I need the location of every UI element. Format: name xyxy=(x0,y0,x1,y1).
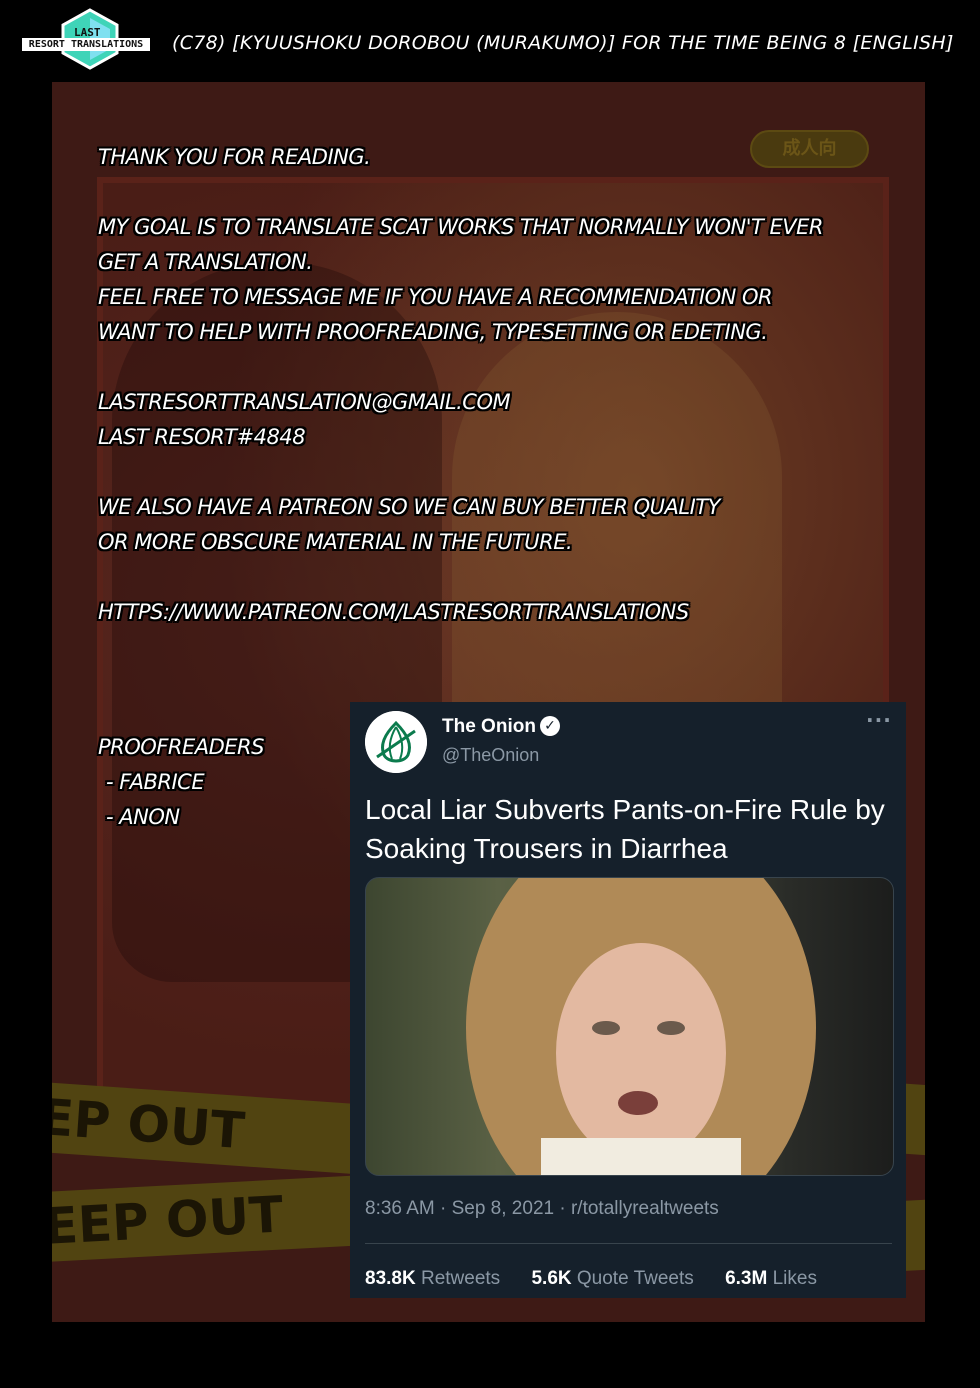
credit-name: - Fabrice xyxy=(106,770,205,794)
woman-photo-image xyxy=(466,878,816,1175)
patreon-link[interactable]: https://www.patreon.com/lastresorttransl… xyxy=(98,595,898,630)
message-line: or more obscure material in the future. xyxy=(98,530,573,554)
more-options-icon[interactable]: ··· xyxy=(866,708,892,732)
discord-tag: Last Resort#4848 xyxy=(98,425,306,449)
avatar[interactable] xyxy=(365,711,427,773)
credit-name: - Anon xyxy=(106,805,180,829)
message-line: Feel free to message me if you have a re… xyxy=(98,285,773,309)
tweet-timestamp[interactable]: 8:36 AM · Sep 8, 2021 · r/totallyrealtwe… xyxy=(365,1198,719,1220)
quote-tweets-stat[interactable]: 5.6K Quote Tweets xyxy=(531,1268,693,1289)
tweet-text: Local Liar Subverts Pants-on-Fire Rule b… xyxy=(365,794,885,864)
message-line: want to help with proofreading, typesett… xyxy=(98,320,768,344)
verified-badge-icon: ✓ xyxy=(540,716,560,736)
retweets-stat[interactable]: 83.8K Retweets xyxy=(365,1268,500,1289)
tweet-photo[interactable] xyxy=(365,877,894,1176)
tweet-card: The Onion ✓ @TheOnion ··· Local Liar Sub… xyxy=(350,702,906,1298)
likes-stat[interactable]: 6.3M Likes xyxy=(725,1268,817,1289)
message-line: Thank you for reading. xyxy=(98,145,371,169)
message-line: We also have a patreon so we can buy bet… xyxy=(98,495,720,519)
last-resort-logo: LAST RESORT TRANSLATIONS xyxy=(22,8,150,70)
gallery-title: (C78) [Kyuushoku Dorobou (Murakumo)] For… xyxy=(172,32,954,54)
credits-heading: Proofreaders xyxy=(98,735,264,759)
email-address[interactable]: Lastresorttranslation@gmail.com xyxy=(98,385,898,420)
translator-message: Thank you for reading. My goal is to tra… xyxy=(98,140,898,630)
tweet-stats: 83.8K Retweets 5.6K Quote Tweets 6.3M Li… xyxy=(365,1268,905,1290)
header: LAST RESORT TRANSLATIONS (C78) [Kyuushok… xyxy=(0,0,980,82)
logo-text-bottom: RESORT TRANSLATIONS xyxy=(22,38,150,51)
message-line: My goal is to translate scat works that … xyxy=(98,215,823,239)
credits: Proofreaders - Fabrice - Anon xyxy=(98,730,348,835)
divider xyxy=(365,1243,892,1244)
user-handle[interactable]: @TheOnion xyxy=(442,745,539,766)
display-name[interactable]: The Onion xyxy=(442,716,536,738)
onion-logo-icon xyxy=(365,711,427,773)
message-line: get a translation. xyxy=(98,250,313,274)
